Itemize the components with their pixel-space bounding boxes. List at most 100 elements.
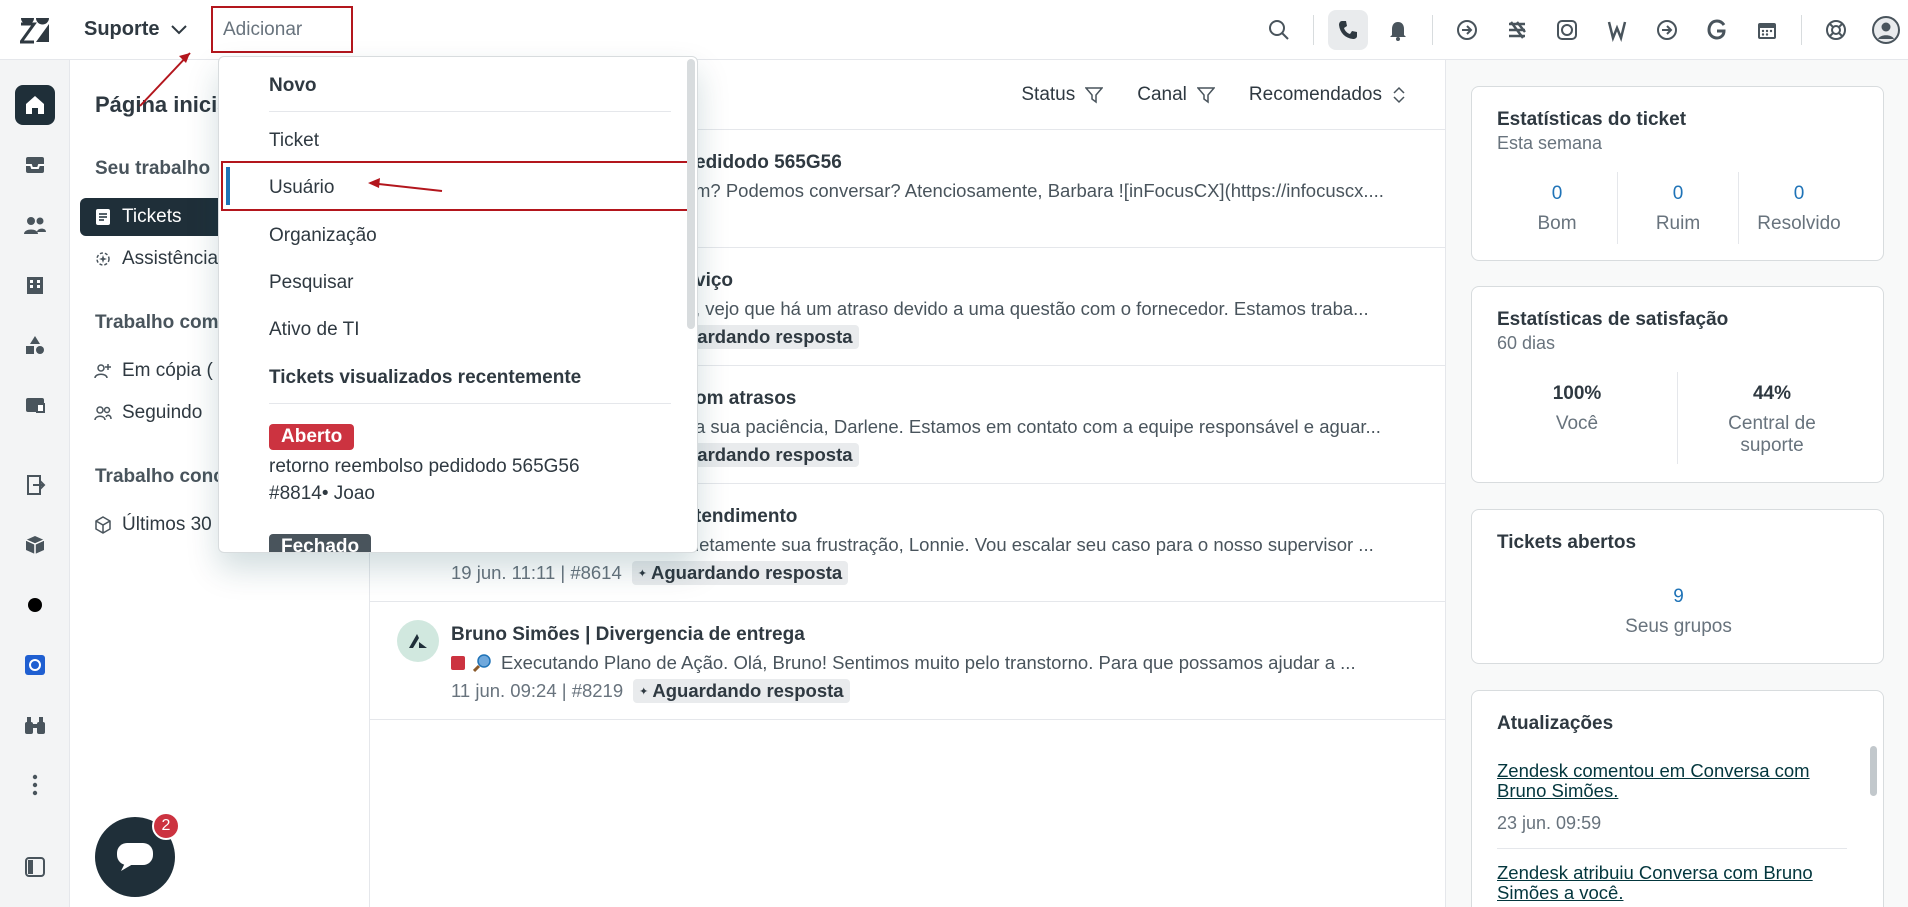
ticket-subject: edidodo 565G56 (695, 152, 842, 173)
filter-icon (1196, 87, 1215, 104)
card-subtitle: Esta semana (1497, 133, 1603, 153)
arrow-in-icon[interactable] (1647, 10, 1687, 50)
building-icon[interactable] (15, 265, 55, 305)
shapes-icon[interactable] (15, 325, 55, 365)
filter-icon (1085, 87, 1104, 104)
dot-icon[interactable] (15, 585, 55, 625)
brand-icon (409, 634, 427, 648)
menu-item-organization[interactable]: Organização (269, 225, 377, 247)
page-title: Página inicial (95, 92, 236, 117)
status-badge-open: Aberto (269, 424, 355, 450)
divider (1313, 15, 1314, 45)
arrow-in-icon[interactable] (1447, 10, 1487, 50)
status-badge-closed: Fechado (269, 534, 372, 552)
card-title: Estatísticas de satisfação (1497, 309, 1729, 330)
filter-label: Canal (1137, 84, 1187, 105)
cube-icon (95, 516, 111, 534)
update-link[interactable]: Zendesk atribuiu Conversa com Bruno Simõ… (1497, 863, 1857, 903)
status-pill-label: Aguardando resposta (652, 680, 844, 701)
ticket-stats-card: Estatísticas do ticket Esta semana 0 Bom… (1471, 86, 1884, 261)
ticket-preview: m? Podemos conversar? Atenciosamente, Ba… (695, 180, 1384, 201)
stat-label: Central de suporte (1682, 413, 1862, 457)
search-icon[interactable] (1259, 10, 1299, 50)
box-icon[interactable] (15, 525, 55, 565)
nav-item-label: Tickets (122, 206, 182, 227)
sparkle-icon (96, 252, 110, 266)
zendesk-logo[interactable] (20, 16, 50, 44)
recent-ticket[interactable]: retorno reembolso pedidodo 565G56 #8814•… (269, 453, 580, 507)
menu-item-it-asset[interactable]: Ativo de TI (269, 319, 359, 341)
menu-item-ticket[interactable]: Ticket (269, 130, 319, 152)
nav-section-completed-work: Trabalho conc (95, 466, 224, 487)
menu-section-new: Novo (269, 75, 317, 96)
stat-solved[interactable]: 0 Resolvido (1739, 183, 1859, 235)
tickets-icon[interactable] (15, 385, 55, 425)
stat-label-line: suporte (1740, 435, 1804, 456)
scrollbar[interactable] (687, 59, 695, 329)
add-input[interactable]: Adicionar (211, 6, 353, 53)
ticket-meta: 11 jun. 09:24 | #8219 ✦ Aguardando respos… (451, 679, 850, 703)
stat-label: Bom (1537, 213, 1577, 234)
stat-your-groups[interactable]: 9 Seus grupos (1472, 586, 1885, 638)
lifebuoy-icon[interactable] (1816, 10, 1856, 50)
menu-item-search[interactable]: Pesquisar (269, 272, 354, 294)
filter-channel[interactable]: Canal (1137, 84, 1215, 106)
grid-icon[interactable] (1497, 10, 1537, 50)
avatar-icon[interactable] (1866, 10, 1906, 50)
update-link[interactable]: Zendesk comentou em Conversa com Bruno S… (1497, 761, 1857, 801)
sparkle-icon: ✦ (639, 685, 649, 698)
stat-value: 0 (1793, 183, 1805, 204)
ticket-preview: , vejo que há um atraso devido a uma que… (695, 298, 1369, 319)
binoculars-icon[interactable] (15, 705, 55, 745)
home-icon[interactable] (15, 85, 55, 125)
stat-good[interactable]: 0 Bom (1497, 183, 1617, 235)
scrollbar[interactable] (1870, 746, 1877, 796)
card-title: Estatísticas do ticket (1497, 109, 1687, 130)
filter-label: Status (1021, 84, 1076, 105)
stat-bad[interactable]: 0 Ruim (1618, 183, 1738, 235)
stat-label: Resolvido (1757, 213, 1841, 234)
divider (1801, 15, 1802, 45)
filters: Status Canal Recomendados (1021, 84, 1406, 106)
sort-recommended[interactable]: Recomendados (1249, 84, 1406, 106)
sparkle-icon: ✦ (637, 567, 647, 580)
whatsapp-icon[interactable] (1547, 10, 1587, 50)
ticket-meta: uardando resposta (680, 443, 859, 467)
right-panel: Estatísticas do ticket Esta semana 0 Bom… (1446, 60, 1908, 907)
exit-icon[interactable] (15, 465, 55, 505)
w-icon[interactable] (1597, 10, 1637, 50)
ticket-row[interactable]: Bruno Simões | Divergencia de entrega Ex… (370, 602, 1446, 720)
g-icon[interactable] (1697, 10, 1737, 50)
users-icon[interactable] (15, 205, 55, 245)
phone-icon[interactable] (1328, 10, 1368, 50)
stat-value: 0 (1672, 183, 1684, 204)
calendar-icon[interactable] (1747, 10, 1787, 50)
ticket-preview-text: Executando Plano de Ação. Olá, Bruno! Se… (501, 652, 1356, 673)
stat-you: 100% Você (1497, 383, 1657, 435)
inbox-icon[interactable] (15, 145, 55, 185)
ticket-preview: letamente sua frustração, Lonnie. Vou es… (695, 534, 1374, 555)
stat-label: Ruim (1655, 213, 1701, 234)
product-name: Suporte (84, 18, 160, 40)
menu-item-user[interactable]: Usuário (269, 177, 334, 199)
product-switcher[interactable]: Suporte (84, 18, 188, 41)
stat-label-line: Central de (1728, 413, 1816, 434)
ticket-meta-text: 11 jun. 09:24 | #8219 (451, 680, 624, 701)
more-icon[interactable] (15, 765, 55, 805)
recent-ticket-title: retorno reembolso pedidodo 565G56 (269, 456, 580, 477)
bell-icon[interactable] (1378, 10, 1418, 50)
stat-value: 44% (1752, 383, 1792, 404)
nav-item-label: Últimos 30 (122, 514, 212, 535)
ticket-subject: viço (695, 270, 734, 291)
update-date: 23 jun. 09:59 (1497, 813, 1602, 833)
menu-section-recent: Tickets visualizados recentemente (269, 367, 582, 388)
ticket-subject: om atrasos (695, 388, 797, 409)
sidebar-toggle-icon[interactable] (15, 847, 55, 887)
chat-icon (117, 843, 153, 871)
app-icon[interactable] (15, 645, 55, 685)
filter-status[interactable]: Status (1021, 84, 1104, 106)
status-pill-label: Aguardando resposta (650, 562, 843, 583)
ticket-meta: 19 jun. 11:11 | #8614 ✦ Aguardando respos… (451, 561, 849, 585)
status-pill: ✦ Aguardando resposta (633, 679, 850, 703)
stat-value: 0 (1551, 183, 1563, 204)
